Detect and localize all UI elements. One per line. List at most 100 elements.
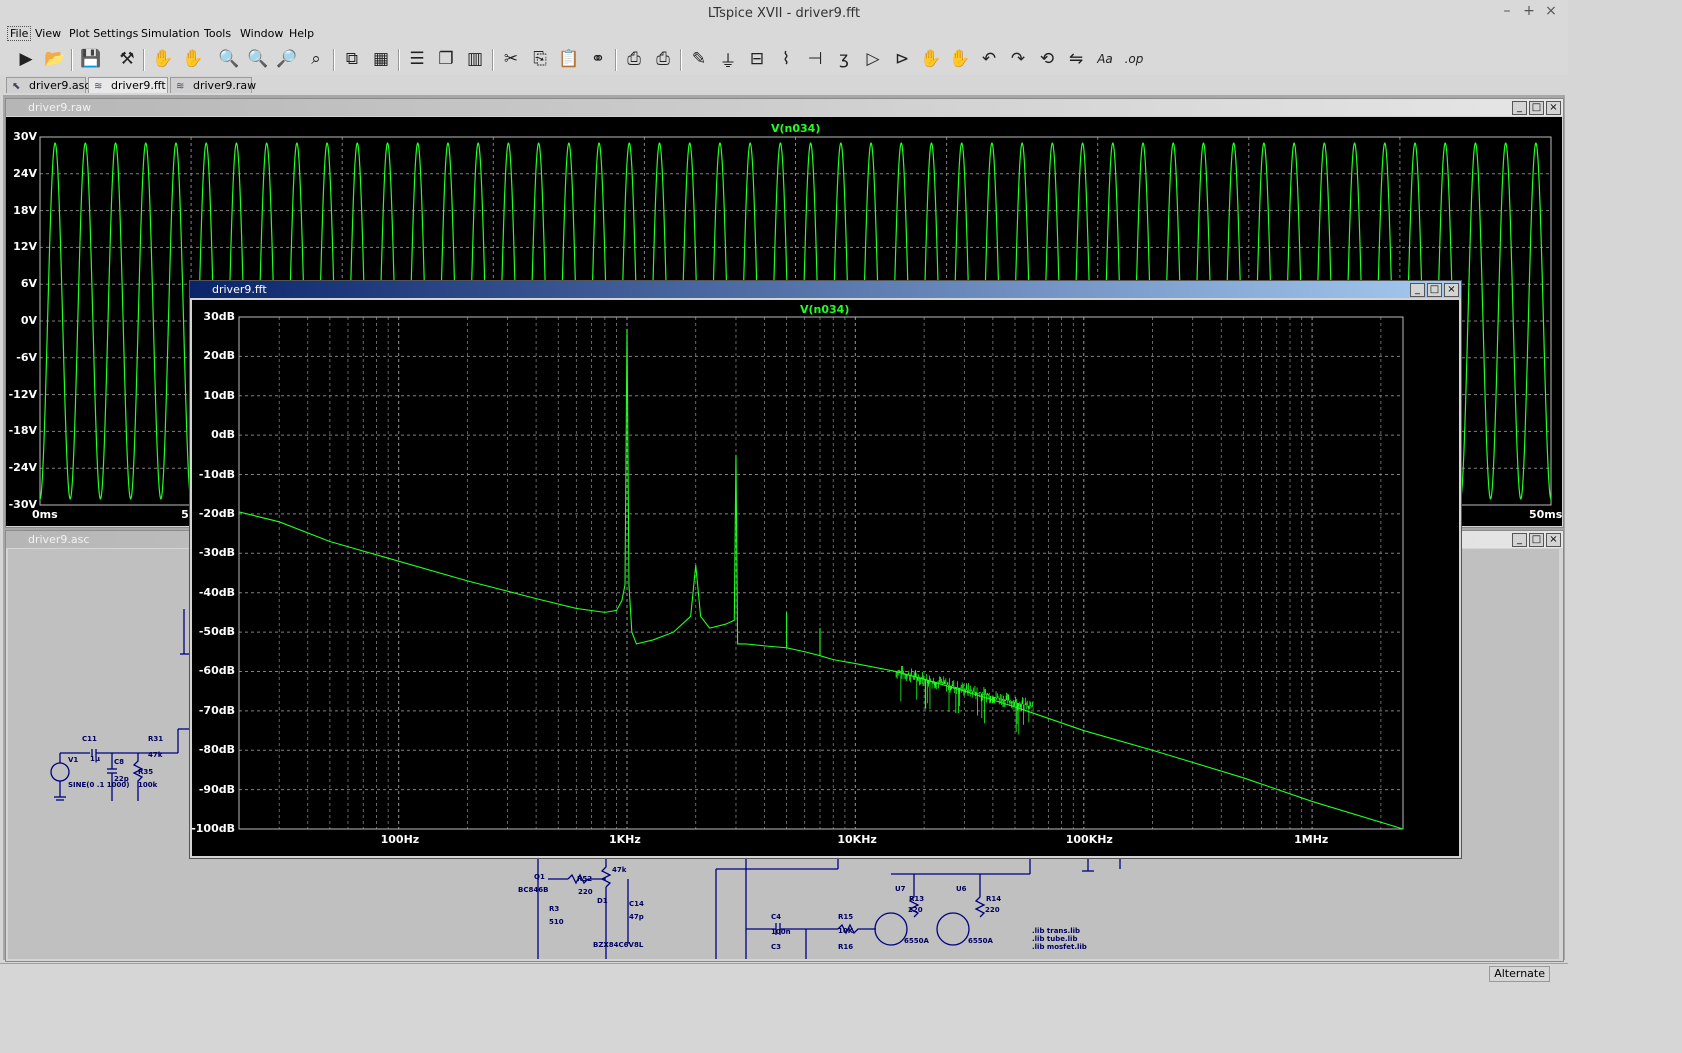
fft-y-tick-label: -30dB — [198, 546, 235, 560]
zoom-in-icon[interactable]: 🔍 — [217, 48, 241, 70]
raw-window-title-bar[interactable]: driver9.raw _ □ × — [6, 99, 1563, 116]
toolbar-separator — [143, 49, 145, 71]
fft-y-tick-label: 0dB — [211, 428, 235, 442]
fft-window[interactable]: driver9.fft _ □ × V(n034) 30dB 20dB 10dB 0d… — [189, 280, 1462, 859]
redo-icon[interactable]: ↷ — [1006, 48, 1030, 70]
maximize-button[interactable]: + — [1520, 3, 1538, 19]
raw-y-tick-label: 0V — [20, 314, 37, 327]
status-bar: Alternate — [0, 963, 1568, 983]
drag-icon[interactable]: ✋ — [948, 48, 972, 70]
rotate-icon[interactable]: ⟲ — [1035, 48, 1059, 70]
fft-window-title-bar[interactable]: driver9.fft _ □ × — [190, 281, 1461, 298]
fft-plot-pane[interactable]: V(n034) 30dB 20dB 10dB 0dB -10dB -20dB -30dB -4… — [191, 300, 1459, 856]
print-icon[interactable]: ⎙ — [622, 48, 646, 70]
schematic-icon: ⬉ — [12, 81, 21, 92]
minimize-button[interactable]: – — [1498, 3, 1516, 19]
menu-help[interactable]: Help — [289, 27, 314, 40]
pan-icon[interactable]: ✋ — [181, 48, 205, 70]
inductor-icon[interactable]: ʒ — [832, 48, 856, 70]
schematic-label: R3 — [549, 905, 560, 913]
ground-icon[interactable]: ⏚ — [716, 48, 740, 72]
maximize-icon[interactable]: □ — [1427, 283, 1442, 297]
fft-plot-frame — [238, 316, 1404, 830]
component-icon[interactable]: ⊳ — [890, 48, 914, 70]
maximize-icon[interactable]: □ — [1529, 101, 1544, 115]
print-preview-icon[interactable]: ⎙ — [651, 48, 675, 70]
control-panel-icon[interactable]: ⚒ — [115, 48, 139, 70]
raw-window-title: driver9.raw — [28, 101, 92, 114]
find-icon[interactable]: ⚭ — [586, 48, 610, 70]
move-icon[interactable]: ✋ — [919, 48, 943, 70]
mdi-workspace: driver9.raw _ □ × V(n034) 30V 24V 18V 12V 6V… — [3, 95, 1565, 962]
open-icon[interactable]: 📂 — [43, 48, 67, 70]
wire-icon[interactable]: ✎ — [687, 48, 711, 70]
spice-directive-icon[interactable]: .op — [1122, 48, 1146, 70]
tile-horizontal-icon[interactable]: ☰ — [405, 48, 429, 70]
fft-y-tick-label: 30dB — [203, 310, 235, 323]
mirror-icon[interactable]: ⇋ — [1064, 48, 1088, 70]
raw-y-tick-label: -12V — [8, 387, 37, 401]
minimize-icon[interactable]: _ — [1410, 283, 1425, 297]
tab-driver9-fft[interactable]: ≋ driver9.fft — [88, 77, 168, 93]
minimize-icon[interactable]: _ — [1512, 101, 1527, 115]
close-icon[interactable]: × — [1444, 283, 1459, 297]
fft-y-tick-label: -90dB — [198, 782, 235, 796]
tab-driver9-raw[interactable]: ≋ driver9.raw — [170, 77, 256, 93]
schematic-label: R52 — [577, 875, 593, 883]
fft-y-tick-label: 10dB — [203, 388, 235, 402]
cascade-icon[interactable]: ❐ — [434, 48, 458, 70]
schematic-label: 510 — [549, 918, 564, 926]
toolbar: ▶ 📂 💾 ⚒ ✋ ✋ 🔍 🔍 🔎 ⌕ ⧉ ▦ ☰ ❐ ▥ ✂ ⎘ 📋 ⚭ ⎙ ⎙ ✎ ⏚ ⊟ ⌇ ⊣ ʒ ▷ ⊳ ✋ ✋ ↶ ↷ ⟲ ⇋ Aa .op — [0, 43, 1568, 75]
close-button[interactable]: × — [1542, 3, 1560, 19]
zoom-out-icon[interactable]: 🔎 — [275, 48, 299, 70]
tab-driver9-asc[interactable]: ⬉ driver9.asc — [6, 77, 90, 93]
zoom-area-icon[interactable]: 🔍 — [246, 48, 270, 70]
menu-plot-settings[interactable]: Plot Settings — [69, 27, 138, 40]
fft-x-tick-label: 1MHz — [1294, 833, 1329, 846]
run-icon[interactable]: ▶ — [14, 48, 38, 70]
menu-view[interactable]: View — [35, 27, 61, 40]
resistor-icon[interactable]: ⌇ — [774, 48, 798, 70]
menu-bar: File View Plot Settings Simulation Tools… — [0, 26, 1568, 43]
schematic-label: BZX84C6V8L — [593, 941, 644, 949]
fft-trace-label[interactable]: V(n034) — [800, 303, 849, 316]
label-icon[interactable]: ⊟ — [745, 48, 769, 70]
raw-trace-label[interactable]: V(n034) — [771, 122, 820, 135]
menu-simulation[interactable]: Simulation — [141, 27, 200, 40]
text-icon[interactable]: Aa — [1093, 48, 1117, 70]
fft-trace-v-n034[interactable] — [238, 328, 1404, 830]
undo-icon[interactable]: ↶ — [977, 48, 1001, 70]
close-icon[interactable]: × — [1546, 533, 1561, 547]
schematic-label: C4 — [771, 913, 782, 921]
zoom-fit-icon[interactable]: ⌕ — [304, 48, 328, 70]
document-tabs: ⬉ driver9.asc ≋ driver9.fft ≋ driver9.ra… — [0, 77, 1568, 94]
toolbar-separator — [71, 49, 73, 71]
close-icon[interactable]: × — [1546, 101, 1561, 115]
cut-icon[interactable]: ✂ — [499, 48, 523, 70]
fft-x-tick-label: 1KHz — [609, 833, 641, 846]
copy-icon[interactable]: ⎘ — [528, 48, 552, 70]
menu-window[interactable]: Window — [240, 27, 283, 40]
tile-vertical-icon[interactable]: ▥ — [463, 48, 487, 70]
grid-icon[interactable]: ▦ — [369, 48, 393, 70]
halt-icon[interactable]: ✋ — [151, 48, 175, 70]
raw-y-tick-label: -18V — [8, 424, 37, 438]
schematic-label: 6550A — [904, 937, 929, 945]
fft-x-tick-label: 100KHz — [1065, 833, 1113, 846]
maximize-icon[interactable]: □ — [1529, 533, 1544, 547]
fft-x-tick-label: 10KHz — [837, 833, 877, 846]
fft-y-tick-label: -10dB — [198, 467, 235, 481]
fft-spectrum-plot[interactable] — [192, 300, 1459, 856]
menu-file[interactable]: File — [7, 26, 32, 41]
save-icon[interactable]: 💾 — [79, 48, 103, 70]
autorange-icon[interactable]: ⧉ — [340, 48, 364, 70]
fft-y-tick-label: -50dB — [198, 625, 235, 639]
schematic-label: C8 — [114, 758, 125, 766]
menu-tools[interactable]: Tools — [204, 27, 231, 40]
schematic-label: 47k — [148, 751, 163, 759]
paste-icon[interactable]: 📋 — [557, 48, 581, 70]
capacitor-icon[interactable]: ⊣ — [803, 48, 827, 70]
fft-y-tick-label: -70dB — [198, 703, 235, 717]
minimize-icon[interactable]: _ — [1512, 533, 1527, 547]
diode-icon[interactable]: ▷ — [861, 48, 885, 70]
